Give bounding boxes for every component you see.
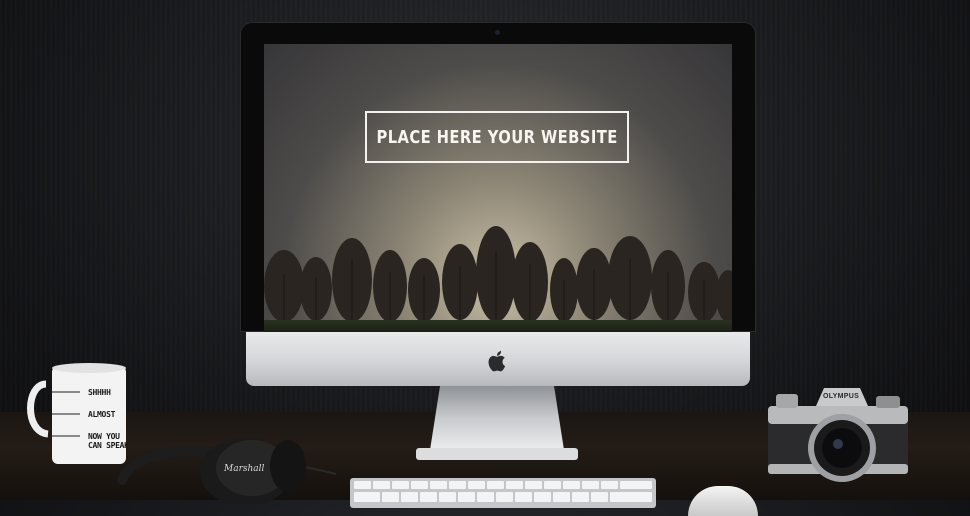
- headline-frame: PLACE HERE YOUR WEBSITE: [365, 111, 629, 163]
- headphones-brand: Marshall: [224, 464, 265, 474]
- monitor-chin: [246, 332, 750, 386]
- film-camera: OLYMPUS: [764, 384, 914, 490]
- imac-monitor: PLACE HERE YOUR WEBSITE: [240, 22, 756, 460]
- screen-headline: PLACE HERE YOUR WEBSITE: [376, 126, 618, 148]
- keyboard: [350, 478, 656, 508]
- treeline-silhouette: [264, 226, 732, 332]
- headphones: Marshall: [112, 424, 342, 506]
- mug-level-1: SHHHH: [88, 388, 111, 397]
- apple-logo-icon: [488, 351, 506, 372]
- monitor-screen: PLACE HERE YOUR WEBSITE: [264, 44, 732, 332]
- camera-brand: OLYMPUS: [823, 393, 860, 400]
- monitor-stand: [416, 386, 578, 460]
- monitor-bezel: PLACE HERE YOUR WEBSITE: [240, 22, 756, 332]
- webcam-dot: [495, 30, 500, 35]
- mug-level-2: ALMOST: [88, 410, 116, 419]
